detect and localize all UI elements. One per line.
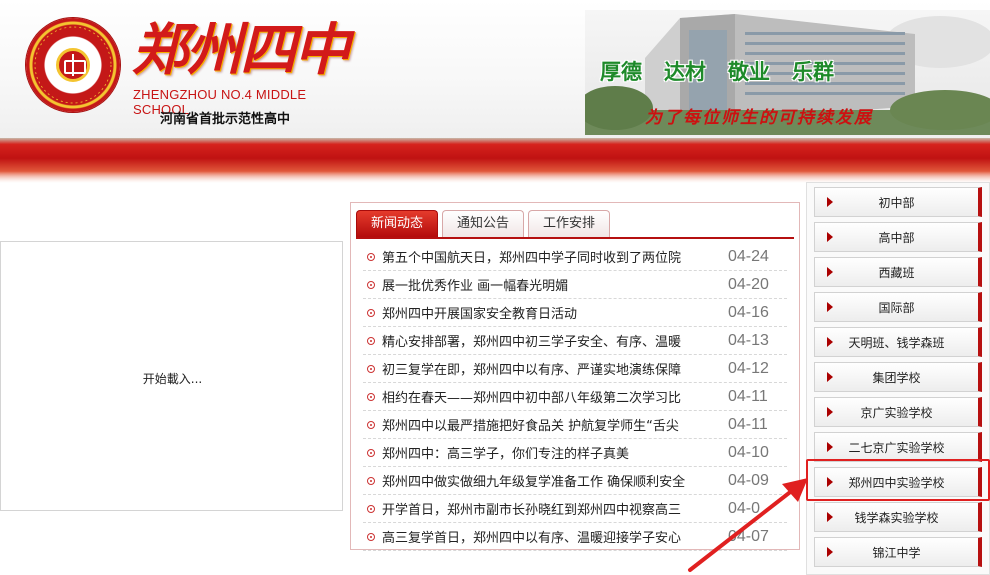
news-item[interactable]: 初三复学在即，郑州四中以有序、严谨实地演练保障 04-12	[363, 355, 787, 383]
school-slogan: 为了每位师生的可持续发展	[645, 108, 873, 128]
sidebar-item-label: 郑州四中实验学校	[848, 475, 945, 490]
bullet-icon	[367, 448, 375, 457]
sidebar-item-label: 高中部	[878, 230, 915, 245]
bullet-icon	[367, 252, 375, 261]
school-subtitle: 河南省首批示范性高中	[160, 112, 291, 127]
news-item[interactable]: 郑州四中：高三学子，你们专注的样子真美 04-10	[363, 439, 787, 467]
news-date: 04-12	[728, 359, 769, 377]
sidebar-item[interactable]: 集团学校	[814, 362, 982, 392]
news-title[interactable]: 郑州四中以最严措施把好食品关 护航复学师生“舌尖	[382, 415, 718, 434]
sidebar-item[interactable]: 二七京广实验学校	[814, 432, 982, 462]
news-title[interactable]: 相约在春天——郑州四中初中部八年级第二次学习比	[382, 387, 718, 406]
motto-word: 达材	[664, 59, 706, 84]
news-item[interactable]: 相约在春天——郑州四中初中部八年级第二次学习比 04-11	[363, 383, 787, 411]
news-item[interactable]: 高三复学首日，郑州四中以有序、温暖迎接学子安心 04-07	[363, 523, 787, 551]
school-name-chinese: 郑州四中	[132, 17, 350, 83]
news-title[interactable]: 精心安排部署，郑州四中初三学子安全、有序、温暖	[382, 331, 718, 350]
news-date: 04-24	[728, 247, 769, 265]
loading-text: 开始載入...	[142, 372, 203, 386]
news-date: 04-11	[728, 415, 768, 433]
bullet-icon	[367, 280, 375, 289]
news-title[interactable]: 展一批优秀作业 画一幅春光明媚	[382, 275, 718, 294]
sidebar-item[interactable]: 天明班、钱学森班	[814, 327, 982, 357]
sidebar-item[interactable]: 郑州四中实验学校	[814, 467, 982, 497]
news-date: 04-09	[728, 471, 769, 489]
news-date: 04-0	[728, 499, 761, 517]
department-sidebar: 初中部高中部西藏班国际部天明班、钱学森班 集团学校京广实验学校 二七京广实验学校 郑州…	[806, 182, 990, 575]
sidebar-item-label: 集团学校	[872, 370, 921, 385]
motto-word: 乐群	[792, 59, 834, 84]
tab-work-schedule[interactable]: 工作安排	[528, 210, 611, 237]
bullet-icon	[367, 532, 375, 541]
sidebar-item[interactable]: 京广实验学校	[814, 397, 982, 427]
sidebar-item[interactable]: 锦江中学	[814, 537, 982, 567]
sidebar-item-label: 国际部	[878, 300, 915, 315]
news-title[interactable]: 郑州四中：高三学子，你们专注的样子真美	[382, 443, 718, 462]
sidebar-item-label: 二七京广实验学校	[848, 440, 945, 455]
news-title[interactable]: 第五个中国航天日，郑州四中学子同时收到了两位院	[382, 247, 718, 266]
seal-center-emblem	[56, 48, 90, 82]
bullet-icon	[367, 420, 375, 429]
bullet-icon	[367, 504, 375, 513]
news-list: 第五个中国航天日，郑州四中学子同时收到了两位院 04-24 展一批优秀作业 画一幅春…	[363, 243, 787, 551]
news-date: 04-20	[728, 275, 769, 293]
news-title[interactable]: 郑州四中做实做细九年级复学准备工作 确保顺利安全	[382, 471, 718, 490]
news-title[interactable]: 开学首日，郑州市副市长孙晓红到郑州四中视察高三	[382, 499, 718, 518]
news-item[interactable]: 郑州四中做实做细九年级复学准备工作 确保顺利安全 04-09	[363, 467, 787, 495]
news-date: 04-16	[728, 303, 769, 321]
header-red-band	[0, 138, 990, 183]
news-title[interactable]: 高三复学首日，郑州四中以有序、温暖迎接学子安心	[382, 527, 718, 546]
news-date: 04-10	[728, 443, 769, 461]
news-tabs: 新闻动态 通知公告 工作安排	[356, 210, 611, 238]
sidebar-item[interactable]: 钱学森实验学校	[814, 502, 982, 532]
bullet-icon	[367, 308, 375, 317]
sidebar-item-label: 西藏班	[878, 265, 915, 280]
sidebar-item[interactable]: 初中部	[814, 187, 982, 217]
sidebar-item-label: 天明班、钱学森班	[848, 335, 945, 350]
news-title[interactable]: 初三复学在即，郑州四中以有序、严谨实地演练保障	[382, 359, 718, 378]
tab-notices[interactable]: 通知公告	[442, 210, 525, 237]
tab-news[interactable]: 新闻动态	[356, 210, 439, 237]
news-panel: 新闻动态 通知公告 工作安排 第五个中国航天日，郑州四中学子同时收到了两位院 04…	[350, 202, 800, 551]
sidebar-item[interactable]: 西藏班	[814, 257, 982, 287]
site-header: 郑州四中 ZHENGZHOU NO.4 MIDDLE SCHOOL 河南省首批示…	[0, 0, 990, 140]
news-item[interactable]: 展一批优秀作业 画一幅春光明媚 04-20	[363, 271, 787, 299]
tab-underline	[356, 237, 794, 239]
news-title[interactable]: 郑州四中开展国家安全教育日活动	[382, 303, 718, 322]
sidebar-item-label: 锦江中学	[872, 545, 921, 560]
sidebar-item-label: 初中部	[878, 195, 915, 210]
school-seal-logo[interactable]	[26, 18, 120, 112]
school-motto: 厚德 达材 敬业 乐群	[600, 56, 990, 86]
news-date: 04-11	[728, 387, 768, 405]
news-item[interactable]: 精心安排部署，郑州四中初三学子安全、有序、温暖 04-13	[363, 327, 787, 355]
motto-word: 敬业	[728, 59, 770, 84]
news-date: 04-07	[728, 527, 769, 545]
flash-banner-placeholder[interactable]: 开始載入...	[0, 241, 343, 511]
bullet-icon	[367, 336, 375, 345]
motto-word: 厚德	[600, 59, 642, 84]
news-item[interactable]: 郑州四中开展国家安全教育日活动 04-16	[363, 299, 787, 327]
sidebar-item-label: 钱学森实验学校	[854, 510, 939, 525]
bullet-icon	[367, 364, 375, 373]
news-date: 04-13	[728, 331, 769, 349]
bullet-icon	[367, 476, 375, 485]
bullet-icon	[367, 392, 375, 401]
sidebar-item[interactable]: 高中部	[814, 222, 982, 252]
sidebar-item[interactable]: 国际部	[814, 292, 982, 322]
sidebar-item-label: 京广实验学校	[860, 405, 933, 420]
news-item[interactable]: 第五个中国航天日，郑州四中学子同时收到了两位院 04-24	[363, 243, 787, 271]
news-item[interactable]: 郑州四中以最严措施把好食品关 护航复学师生“舌尖 04-11	[363, 411, 787, 439]
news-item[interactable]: 开学首日，郑州市副市长孙晓红到郑州四中视察高三 04-0	[363, 495, 787, 523]
